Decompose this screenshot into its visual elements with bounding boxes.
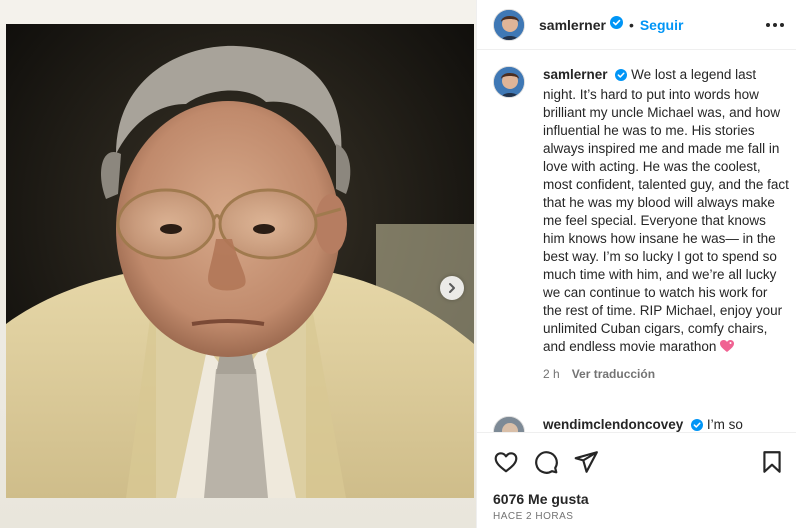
share-paper-plane-icon[interactable] — [573, 449, 599, 475]
comment-text: wendimclendoncovey I’m so — [543, 416, 743, 432]
chevron-right-icon — [449, 283, 455, 293]
portrait-illustration — [6, 24, 474, 498]
verified-badge-icon — [609, 15, 623, 34]
avatar[interactable] — [493, 416, 525, 432]
more-options-icon[interactable] — [761, 11, 789, 39]
carousel-next-button[interactable] — [440, 276, 464, 300]
caption-meta: 2 h Ver traducción — [543, 367, 789, 381]
caption-username[interactable]: samlerner — [543, 67, 608, 82]
post-header: samlerner • Seguir — [477, 0, 796, 50]
bookmark-icon[interactable] — [759, 449, 785, 475]
verified-badge-icon — [615, 68, 628, 86]
avatar[interactable] — [493, 66, 525, 98]
caption-age: 2 h — [543, 367, 560, 381]
list-item: wendimclendoncovey I’m so — [493, 416, 789, 432]
avatar-image — [494, 417, 524, 432]
caption-text: samlerner We lost a legend last night. I… — [543, 66, 789, 358]
avatar-image — [494, 67, 524, 97]
comments-section[interactable]: samlerner We lost a legend last night. I… — [477, 50, 796, 432]
follow-button[interactable]: Seguir — [640, 17, 684, 33]
caption-body: samlerner We lost a legend last night. I… — [543, 66, 789, 381]
post-photo — [6, 24, 474, 498]
separator-dot: • — [628, 16, 634, 33]
instagram-post-view: samlerner • Seguir samlerner We lost a l… — [0, 0, 796, 528]
post-media — [0, 0, 476, 528]
see-translation-link[interactable]: Ver traducción — [572, 367, 655, 381]
post-actions: 6076 Me gusta HACE 2 HORAS — [477, 432, 796, 528]
avatar-image — [494, 9, 524, 40]
caption-message: We lost a legend last night. It’s hard t… — [543, 67, 789, 354]
comment-message: I’m so — [706, 417, 743, 432]
heart-outline-icon[interactable] — [493, 449, 519, 475]
caption: samlerner We lost a legend last night. I… — [493, 66, 789, 381]
comment-icon[interactable] — [533, 449, 559, 475]
sparkling-heart-icon — [720, 340, 735, 358]
comment-username[interactable]: wendimclendoncovey — [543, 417, 683, 432]
header-username[interactable]: samlerner — [539, 17, 606, 33]
avatar[interactable] — [493, 8, 525, 41]
post-timestamp: HACE 2 HORAS — [493, 511, 574, 522]
like-count[interactable]: 6076 Me gusta — [493, 491, 589, 507]
post-side-panel: samlerner • Seguir samlerner We lost a l… — [476, 0, 796, 528]
verified-badge-icon — [691, 418, 704, 432]
